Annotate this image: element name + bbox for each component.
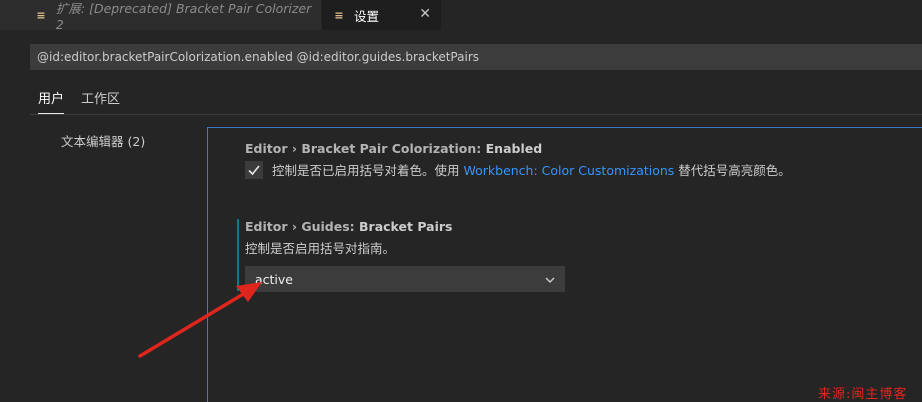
- annotation-arrow: [138, 282, 262, 358]
- watermark: 来源:闽主博客: [818, 387, 908, 402]
- settings-window: ≡ 扩展: [Deprecated] Bracket Pair Colorize…: [0, 0, 922, 402]
